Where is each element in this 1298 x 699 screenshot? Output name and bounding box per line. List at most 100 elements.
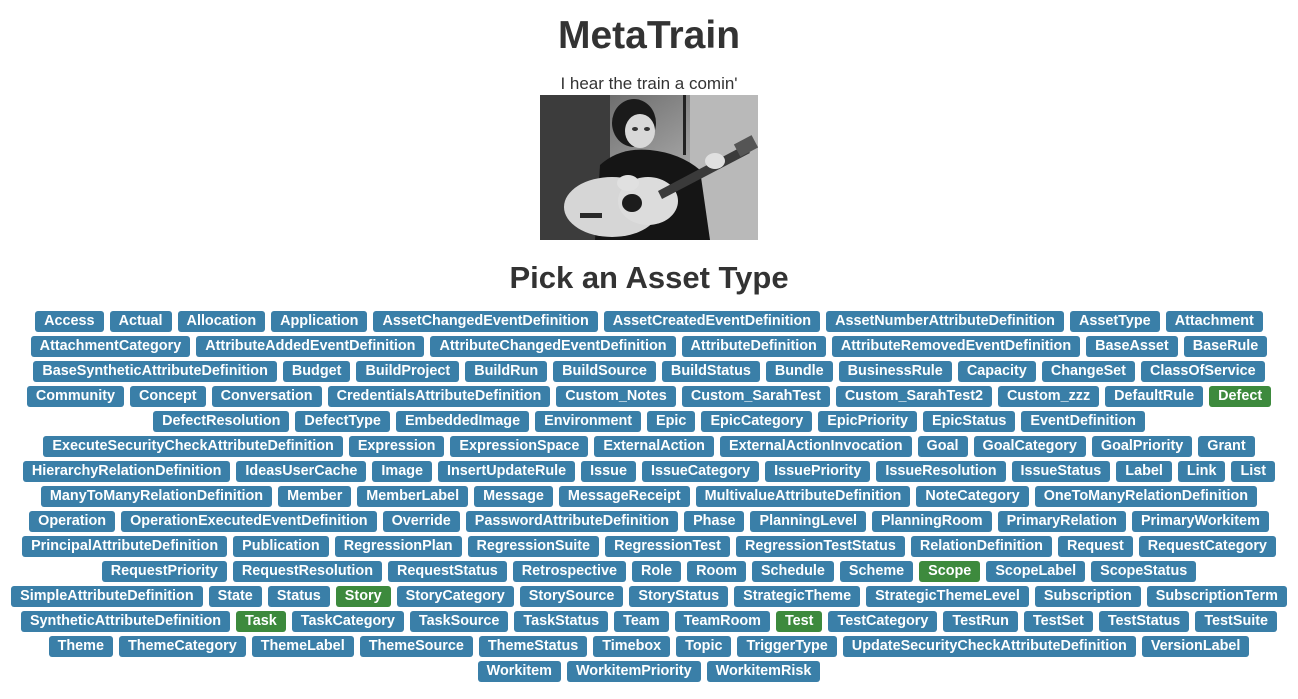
asset-type-button[interactable]: TestSuite [1195, 611, 1278, 632]
asset-type-button[interactable]: AttributeAddedEventDefinition [196, 336, 425, 357]
asset-type-button[interactable]: Team [614, 611, 669, 632]
asset-type-button[interactable]: Message [474, 486, 553, 507]
asset-type-button[interactable]: RequestCategory [1138, 536, 1276, 557]
asset-type-button[interactable]: TaskSource [409, 611, 509, 632]
asset-type-button[interactable]: Operation [29, 511, 116, 532]
asset-type-button[interactable]: Story [335, 586, 391, 607]
asset-type-button[interactable]: Test [775, 611, 823, 632]
asset-type-button[interactable]: BaseAsset [1086, 336, 1178, 357]
asset-type-button[interactable]: BuildRun [465, 361, 548, 382]
asset-type-button[interactable]: OneToManyRelationDefinition [1034, 486, 1258, 507]
asset-type-button[interactable]: Topic [676, 636, 732, 657]
asset-type-button[interactable]: Label [1116, 461, 1172, 482]
asset-type-button[interactable]: EpicStatus [923, 411, 1016, 432]
asset-type-button[interactable]: Status [267, 586, 330, 607]
asset-type-button[interactable]: ThemeSource [359, 636, 473, 657]
asset-type-button[interactable]: Custom_zzz [998, 386, 1100, 407]
asset-type-button[interactable]: AssetNumberAttributeDefinition [826, 311, 1064, 332]
asset-type-button[interactable]: NoteCategory [916, 486, 1029, 507]
asset-type-button[interactable]: State [208, 586, 262, 607]
asset-type-button[interactable]: EmbeddedImage [395, 411, 530, 432]
asset-type-button[interactable]: Retrospective [512, 561, 626, 582]
asset-type-button[interactable]: Schedule [751, 561, 834, 582]
asset-type-button[interactable]: MultivalueAttributeDefinition [695, 486, 911, 507]
asset-type-button[interactable]: TeamRoom [674, 611, 770, 632]
asset-type-button[interactable]: Task [236, 611, 286, 632]
asset-type-button[interactable]: Environment [535, 411, 642, 432]
asset-type-button[interactable]: Workitem [477, 661, 561, 682]
asset-type-button[interactable]: ExpressionSpace [450, 436, 589, 457]
asset-type-button[interactable]: Capacity [957, 361, 1036, 382]
asset-type-button[interactable]: AssetCreatedEventDefinition [603, 311, 821, 332]
asset-type-button[interactable]: TestRun [943, 611, 1018, 632]
asset-type-button[interactable]: ScopeLabel [986, 561, 1086, 582]
asset-type-button[interactable]: IssueCategory [641, 461, 760, 482]
asset-type-button[interactable]: Subscription [1034, 586, 1141, 607]
asset-type-button[interactable]: SimpleAttributeDefinition [11, 586, 203, 607]
asset-type-button[interactable]: IdeasUserCache [236, 461, 367, 482]
asset-type-button[interactable]: Community [26, 386, 125, 407]
asset-type-button[interactable]: ClassOfService [1140, 361, 1265, 382]
asset-type-button[interactable]: Request [1057, 536, 1133, 557]
asset-type-button[interactable]: Room [687, 561, 746, 582]
asset-type-button[interactable]: AttachmentCategory [30, 336, 191, 357]
asset-type-button[interactable]: TestStatus [1098, 611, 1190, 632]
asset-type-button[interactable]: StrategicThemeLevel [866, 586, 1029, 607]
asset-type-button[interactable]: AttributeRemovedEventDefinition [831, 336, 1081, 357]
asset-type-button[interactable]: ThemeStatus [478, 636, 588, 657]
asset-type-button[interactable]: PlanningRoom [872, 511, 992, 532]
asset-type-button[interactable]: PrincipalAttributeDefinition [22, 536, 228, 557]
asset-type-button[interactable]: Budget [282, 361, 351, 382]
asset-type-button[interactable]: ExecuteSecurityCheckAttributeDefinition [43, 436, 343, 457]
asset-type-button[interactable]: ScopeStatus [1091, 561, 1197, 582]
asset-type-button[interactable]: Publication [233, 536, 329, 557]
asset-type-button[interactable]: EventDefinition [1021, 411, 1145, 432]
asset-type-button[interactable]: StoryStatus [629, 586, 729, 607]
asset-type-button[interactable]: AttributeChangedEventDefinition [430, 336, 676, 357]
asset-type-button[interactable]: RequestStatus [388, 561, 507, 582]
asset-type-button[interactable]: TaskCategory [291, 611, 404, 632]
asset-type-button[interactable]: Allocation [177, 311, 266, 332]
asset-type-button[interactable]: ExternalActionInvocation [719, 436, 912, 457]
asset-type-button[interactable]: BuildProject [356, 361, 460, 382]
asset-type-button[interactable]: StorySource [519, 586, 624, 607]
asset-type-button[interactable]: InsertUpdateRule [438, 461, 576, 482]
asset-type-button[interactable]: Attachment [1165, 311, 1263, 332]
asset-type-button[interactable]: MessageReceipt [558, 486, 690, 507]
asset-type-button[interactable]: RegressionTestStatus [735, 536, 905, 557]
asset-type-button[interactable]: ThemeLabel [251, 636, 354, 657]
asset-type-button[interactable]: RelationDefinition [910, 536, 1052, 557]
asset-type-button[interactable]: Application [271, 311, 368, 332]
asset-type-button[interactable]: IssueStatus [1011, 461, 1111, 482]
asset-type-button[interactable]: TestSet [1023, 611, 1093, 632]
asset-type-button[interactable]: Access [35, 311, 104, 332]
asset-type-button[interactable]: MemberLabel [357, 486, 469, 507]
asset-type-button[interactable]: EpicCategory [701, 411, 813, 432]
asset-type-button[interactable]: Theme [48, 636, 113, 657]
asset-type-button[interactable]: RequestResolution [232, 561, 383, 582]
asset-type-button[interactable]: Actual [109, 311, 172, 332]
asset-type-button[interactable]: DefaultRule [1105, 386, 1204, 407]
asset-type-button[interactable]: StoryCategory [396, 586, 514, 607]
asset-type-button[interactable]: Custom_Notes [556, 386, 676, 407]
asset-type-button[interactable]: BaseSyntheticAttributeDefinition [33, 361, 277, 382]
asset-type-button[interactable]: CredentialsAttributeDefinition [327, 386, 551, 407]
asset-type-button[interactable]: SubscriptionTerm [1146, 586, 1287, 607]
asset-type-button[interactable]: ExternalAction [594, 436, 714, 457]
asset-type-button[interactable]: Link [1177, 461, 1226, 482]
asset-type-button[interactable]: SyntheticAttributeDefinition [20, 611, 231, 632]
asset-type-button[interactable]: RequestPriority [101, 561, 227, 582]
asset-type-button[interactable]: BuildSource [553, 361, 656, 382]
asset-type-button[interactable]: VersionLabel [1141, 636, 1250, 657]
asset-type-button[interactable]: Custom_SarahTest [681, 386, 830, 407]
asset-type-button[interactable]: IssueResolution [876, 461, 1006, 482]
asset-type-button[interactable]: TaskStatus [514, 611, 609, 632]
asset-type-button[interactable]: DefectResolution [153, 411, 290, 432]
asset-type-button[interactable]: List [1231, 461, 1276, 482]
asset-type-button[interactable]: DefectType [295, 411, 390, 432]
asset-type-button[interactable]: BaseRule [1183, 336, 1268, 357]
asset-type-button[interactable]: AssetChangedEventDefinition [373, 311, 598, 332]
asset-type-button[interactable]: Goal [917, 436, 968, 457]
asset-type-button[interactable]: RegressionPlan [334, 536, 462, 557]
asset-type-button[interactable]: Bundle [765, 361, 833, 382]
